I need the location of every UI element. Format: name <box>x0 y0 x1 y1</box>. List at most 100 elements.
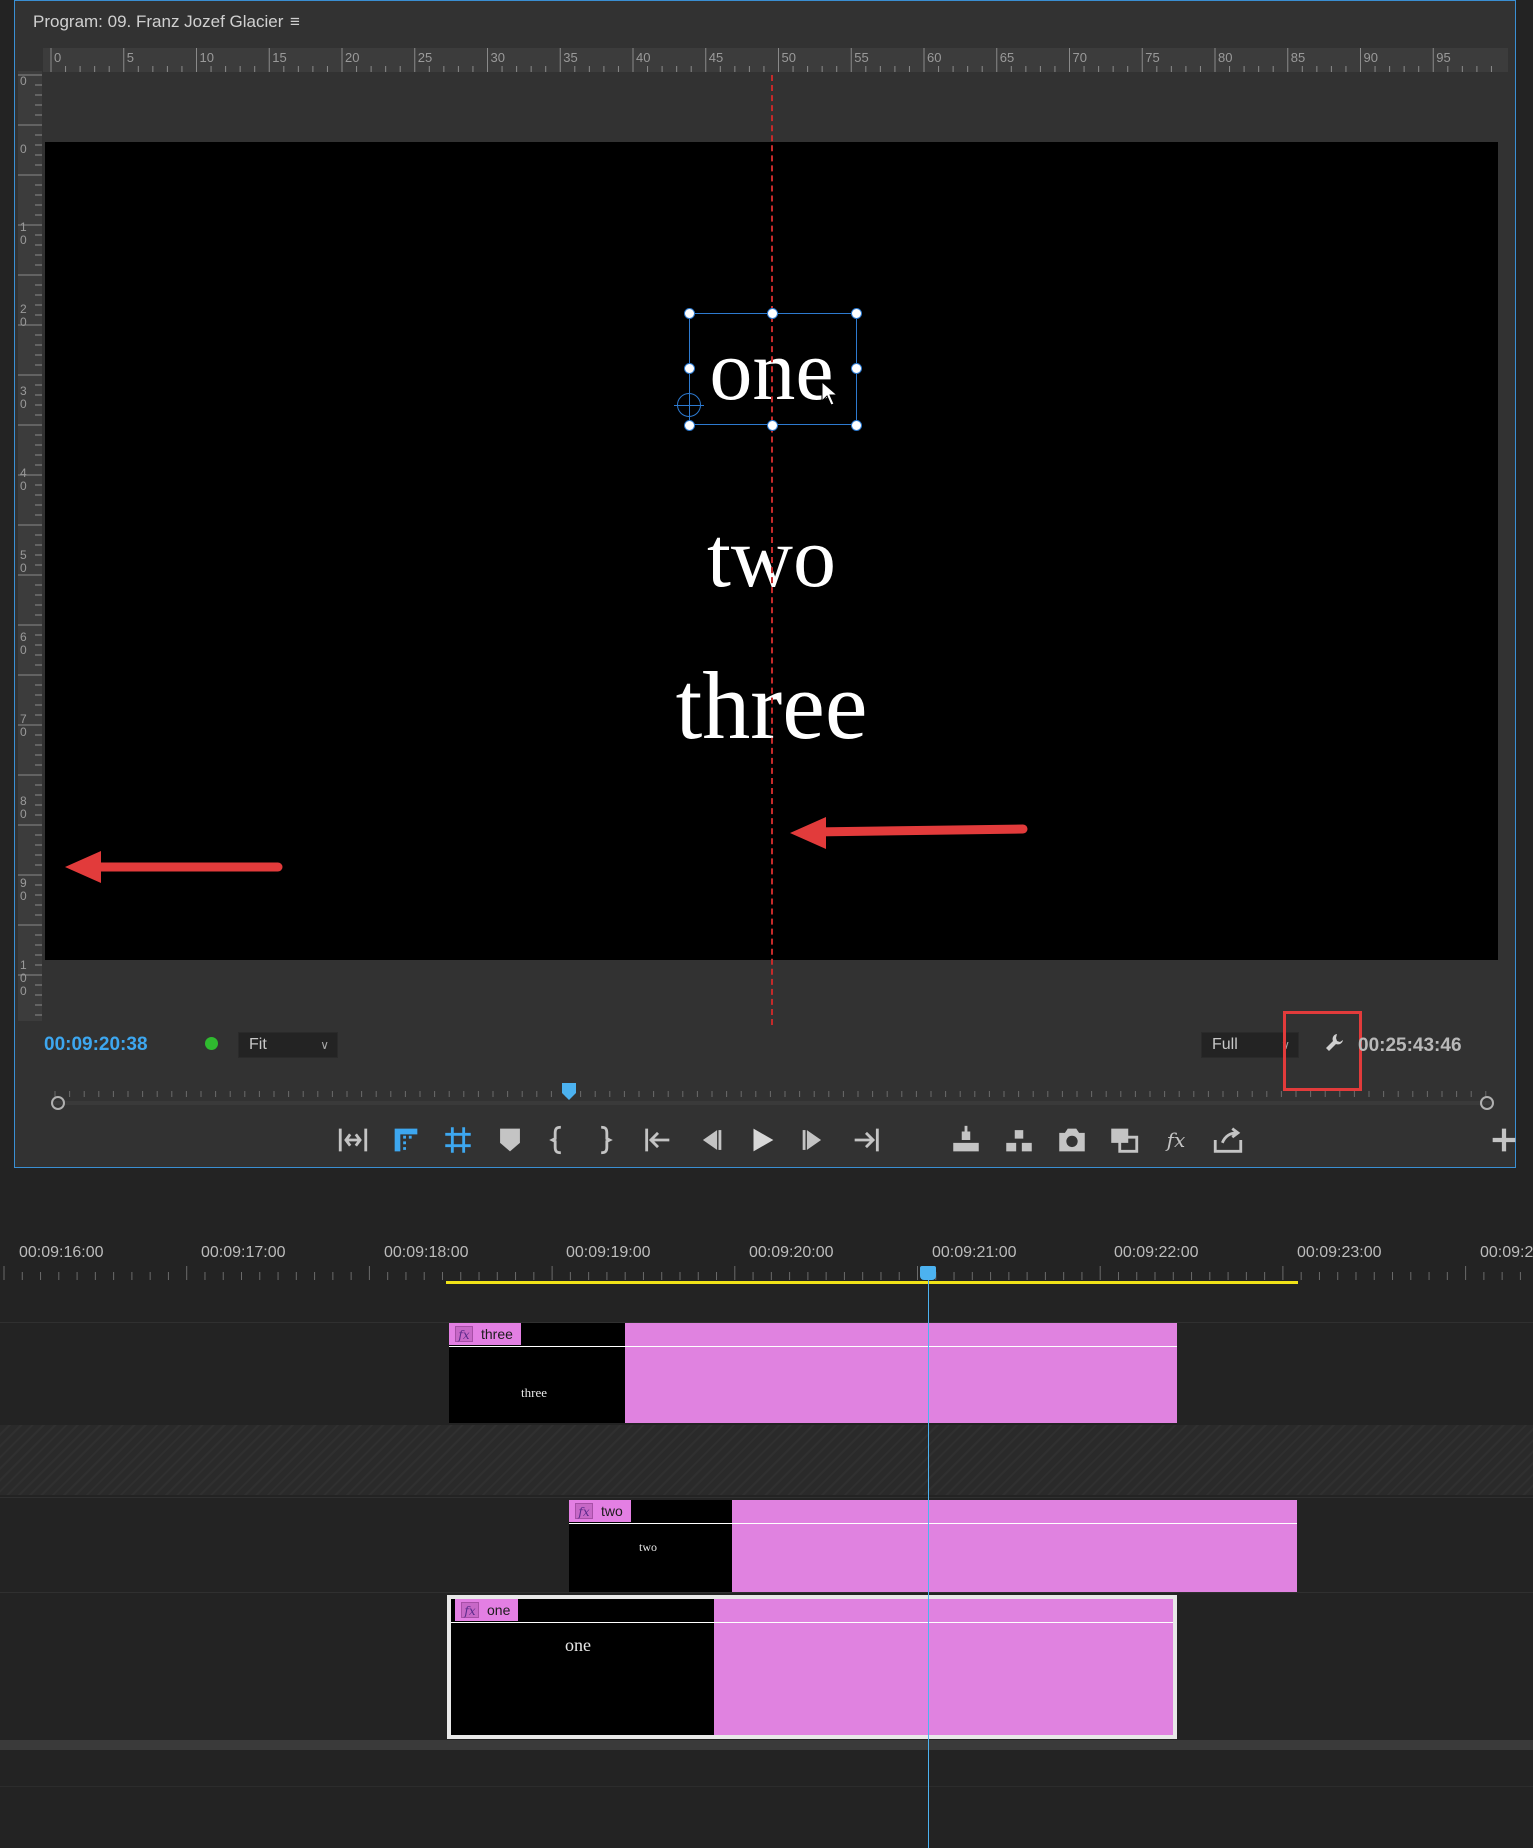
program-monitor: Program: 09. Franz Jozef Glacier ≡ 0 5 10 1… <box>14 0 1516 1168</box>
resize-handle-br[interactable] <box>851 420 862 431</box>
resize-handle-t[interactable] <box>767 308 778 319</box>
mark-out-icon[interactable] <box>587 1123 621 1157</box>
ruler-label: 30 <box>491 50 505 65</box>
ruler-label: 55 <box>854 50 868 65</box>
zoom-level-dropdown[interactable]: Fit ∨ <box>238 1032 338 1058</box>
ruler-label: 65 <box>1000 50 1014 65</box>
ruler-label: 0 <box>20 984 27 998</box>
safe-margins-icon[interactable] <box>389 1123 423 1157</box>
hamburger-menu-icon[interactable]: ≡ <box>290 12 300 32</box>
ruler-label: 0 <box>20 561 27 575</box>
ruler-label: 10 <box>200 50 214 65</box>
insert-edit-icon[interactable] <box>336 1123 370 1157</box>
ruler-label: 40 <box>636 50 650 65</box>
time-label: 00:09:2 <box>1480 1244 1533 1261</box>
ruler-label: 50 <box>782 50 796 65</box>
fx-badge-icon[interactable]: fx <box>575 1503 593 1519</box>
ruler-label: 0 <box>20 807 27 821</box>
resize-handle-b[interactable] <box>767 420 778 431</box>
clip-two[interactable]: fx two two <box>569 1500 1297 1592</box>
ruler-label: 15 <box>272 50 286 65</box>
clip-one-selected[interactable]: fx one one <box>447 1595 1177 1739</box>
ruler-label: 95 <box>1436 50 1450 65</box>
step-forward-icon[interactable] <box>797 1123 831 1157</box>
clip-name-tag: fx two <box>569 1500 631 1522</box>
work-area-bar[interactable] <box>446 1281 1298 1284</box>
timeline-ruler-ticks[interactable] <box>0 1266 1533 1280</box>
playhead-line[interactable] <box>928 1276 929 1848</box>
time-label: 00:09:18:00 <box>384 1244 469 1261</box>
comparison-view-icon[interactable] <box>1107 1123 1141 1157</box>
go-to-in-icon[interactable] <box>641 1123 675 1157</box>
go-to-out-icon[interactable] <box>849 1123 883 1157</box>
ruler-label: 4 <box>20 466 27 480</box>
panel-header: Program: 09. Franz Jozef Glacier ≡ <box>15 1 1515 41</box>
track-separator <box>0 1786 1533 1787</box>
play-icon[interactable] <box>745 1123 779 1157</box>
empty-track-area <box>0 1425 1533 1495</box>
ruler-label: 1 <box>20 220 27 234</box>
resize-handle-tr[interactable] <box>851 308 862 319</box>
wrench-icon[interactable] <box>1323 1031 1347 1055</box>
ruler-label: 25 <box>418 50 432 65</box>
clip-name: two <box>601 1503 623 1519</box>
mark-in-icon[interactable] <box>541 1123 575 1157</box>
lift-icon[interactable] <box>949 1123 983 1157</box>
anchor-point-icon[interactable] <box>674 390 704 420</box>
thumbnail-text: one <box>565 1635 591 1655</box>
ruler-label: 0 <box>20 142 27 156</box>
clip-header <box>449 1323 1177 1347</box>
ruler-ticks-v: 00102030405060708090100 <box>18 74 42 1016</box>
panel-title: Program: 09. Franz Jozef Glacier <box>33 12 284 31</box>
premiere-window: { "monitor": { "title": "Program: 09. Fr… <box>0 0 1533 1848</box>
add-button-icon[interactable] <box>1487 1123 1521 1157</box>
resize-handle-r[interactable] <box>851 363 862 374</box>
ruler-label: 5 <box>127 50 134 65</box>
ruler-ticks-h: 0 5 10 15 20 25 30 35 40 45 50 55 60 65 70 75 80 85 90 95 <box>50 48 1492 72</box>
scrubber-bar[interactable] <box>41 1081 1506 1121</box>
current-timecode[interactable]: 00:09:20:38 <box>44 1034 148 1056</box>
thumbnail-text: three <box>521 1385 547 1400</box>
add-marker-icon[interactable] <box>493 1123 527 1157</box>
playhead-marker-monitor[interactable] <box>562 1083 576 1100</box>
clip-header <box>451 1599 1173 1623</box>
extract-icon[interactable] <box>1002 1123 1036 1157</box>
ruler-label: 0 <box>20 725 27 739</box>
export-icon[interactable] <box>1211 1123 1245 1157</box>
fx-badge-icon[interactable]: fx <box>461 1602 479 1618</box>
resize-handle-l[interactable] <box>684 363 695 374</box>
ruler-label: 90 <box>1364 50 1378 65</box>
grid-icon[interactable] <box>441 1123 475 1157</box>
resize-handle-tl[interactable] <box>684 308 695 319</box>
vertical-ruler: 00102030405060708090100 <box>18 71 42 1021</box>
ruler-label: 60 <box>927 50 941 65</box>
resize-handle-bl[interactable] <box>684 420 695 431</box>
mouse-cursor-icon <box>821 381 839 406</box>
ruler-label: 3 <box>20 384 27 398</box>
export-frame-icon[interactable] <box>1055 1123 1089 1157</box>
time-label: 00:09:23:00 <box>1297 1244 1382 1261</box>
time-label: 00:09:20:00 <box>749 1244 834 1261</box>
transport-controls: fx <box>15 1123 1516 1163</box>
red-arrow-center-annotation <box>790 817 1028 849</box>
ruler-label: 0 <box>20 643 27 657</box>
clip-three[interactable]: fx three three <box>449 1323 1177 1423</box>
ruler-label: 75 <box>1145 50 1159 65</box>
ruler-label: 1 <box>20 958 27 972</box>
playback-resolution-value: Full <box>1212 1036 1238 1053</box>
ruler-label: 7 <box>20 712 27 726</box>
clip-header <box>569 1500 1297 1524</box>
ruler-label: 5 <box>20 548 27 562</box>
selection-bounding-box[interactable] <box>689 313 857 425</box>
clip-name-tag: fx one <box>455 1599 519 1621</box>
step-back-icon[interactable] <box>693 1123 727 1157</box>
ruler-label: 35 <box>563 50 577 65</box>
horizontal-ruler: 0 5 10 15 20 25 30 35 40 45 50 55 60 65 70 75 80 85 90 95 <box>43 48 1508 72</box>
fx-icon[interactable]: fx <box>1159 1123 1193 1157</box>
chevron-down-icon: ∨ <box>320 1038 329 1052</box>
center-guide-line <box>771 75 773 1025</box>
time-label: 00:09:17:00 <box>201 1244 286 1261</box>
ruler-label: 0 <box>20 889 27 903</box>
time-label: 00:09:21:00 <box>932 1244 1017 1261</box>
fx-badge-icon[interactable]: fx <box>455 1326 473 1342</box>
